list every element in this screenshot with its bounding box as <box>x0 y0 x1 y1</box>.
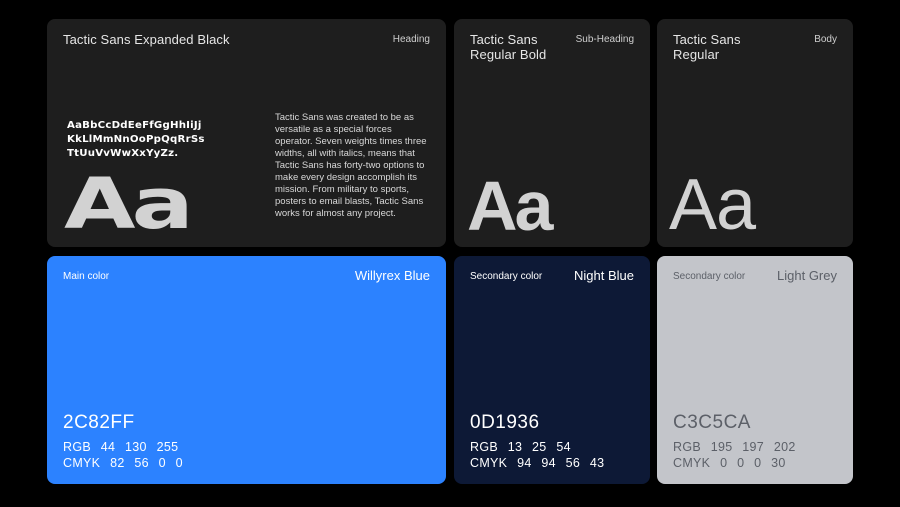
font-title: Tactic Sans Regular Bold <box>470 32 547 62</box>
swatch-name: Night Blue <box>574 268 634 283</box>
font-alphabet-sample: AaBbCcDdEeFfGgHhIiJj KkLlMmNnOoPpQqRrSs … <box>67 120 205 159</box>
swatch-hex: C3C5CA <box>673 412 751 433</box>
swatch-name: Light Grey <box>777 268 837 283</box>
swatch-label: Main color <box>63 271 110 282</box>
font-title: Tactic Sans Expanded Black <box>63 32 230 47</box>
font-role-label: Heading <box>392 34 430 45</box>
swatch-hex: 2C82FF <box>63 412 135 433</box>
swatch-rgb: RGB 13 25 54 <box>470 440 571 454</box>
typography-card-body: Tactic Sans Regular Body Aa <box>657 19 853 247</box>
color-swatch-night-blue: Secondary color Night Blue 0D1936 RGB 13… <box>454 256 650 484</box>
swatch-name: Willyrex Blue <box>354 268 430 283</box>
color-swatch-main: Main color Willyrex Blue 2C82FF RGB 44 1… <box>47 256 446 484</box>
swatch-hex: 0D1936 <box>470 412 540 433</box>
color-swatch-light-grey: Secondary color Light Grey C3C5CA RGB 19… <box>657 256 853 484</box>
swatch-cmyk: CMYK 94 94 56 43 <box>470 456 605 470</box>
swatch-label: Secondary color <box>470 271 543 282</box>
swatch-rgb: RGB 195 197 202 <box>673 440 796 454</box>
swatch-cmyk: CMYK 82 56 0 0 <box>63 456 183 470</box>
font-title: Tactic Sans Regular <box>673 32 741 62</box>
typography-card-heading: Tactic Sans Expanded Black Heading AaBbC… <box>47 19 446 247</box>
font-glyph-sample: Aa <box>64 163 194 245</box>
font-role-label: Body <box>814 34 837 45</box>
swatch-rgb: RGB 44 130 255 <box>63 440 179 454</box>
font-description: Tactic Sans was created to be as versati… <box>275 112 427 219</box>
swatch-cmyk: CMYK 0 0 0 30 <box>673 456 786 470</box>
font-glyph-sample: Aa <box>669 165 756 245</box>
typography-card-subheading: Tactic Sans Regular Bold Sub-Heading Aa <box>454 19 650 247</box>
swatch-label: Secondary color <box>673 271 746 282</box>
font-role-label: Sub-Heading <box>575 34 634 45</box>
font-glyph-sample: Aa <box>467 167 554 245</box>
